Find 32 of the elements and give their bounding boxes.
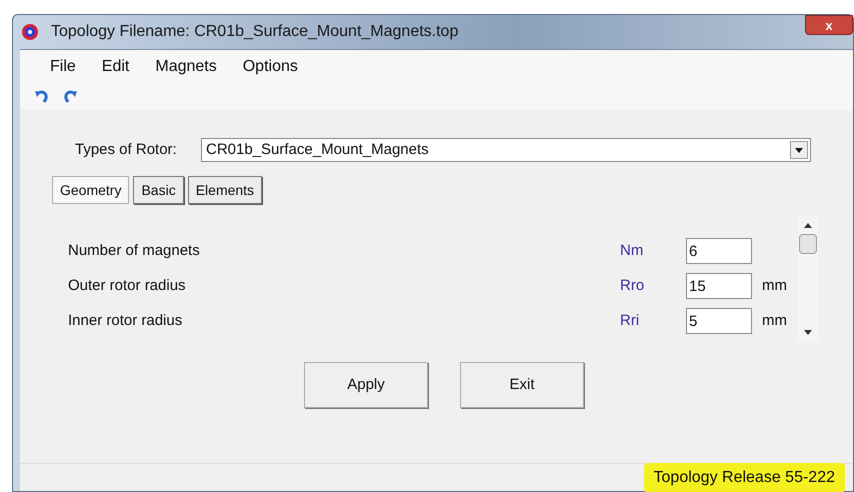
parameter-symbol: Rri (620, 310, 640, 331)
input-field[interactable]: 6 (686, 238, 752, 264)
scrollbar[interactable] (798, 216, 818, 342)
parameter-symbol: Rro (620, 276, 646, 296)
scroll-up-icon[interactable] (804, 222, 812, 228)
tab[interactable]: Geometry (52, 176, 130, 204)
tab[interactable]: Basic (133, 176, 184, 204)
unit-label: mm (762, 276, 787, 296)
status-text: Topology Release 55-222 (644, 462, 845, 492)
menu-item[interactable]: Edit (102, 55, 130, 79)
scroll-down-icon[interactable] (804, 330, 812, 336)
parameter-label: Inner rotor radius (68, 310, 184, 331)
menu-item[interactable]: File (50, 55, 76, 79)
parameter-symbol: Nm (620, 240, 644, 261)
rotor-type-dropdown[interactable]: CR01b_Surface_Mount_Magnets (201, 138, 811, 162)
close-button[interactable]: x (805, 15, 853, 35)
dialog-button[interactable]: Apply (304, 362, 428, 408)
tab[interactable]: Elements (188, 176, 262, 204)
redo-icon[interactable] (62, 90, 78, 104)
dialog-button[interactable]: Exit (460, 362, 584, 408)
menu-item[interactable]: Magnets (155, 55, 217, 79)
rotor-type-label: Types of Rotor: (75, 140, 178, 160)
undo-icon[interactable] (34, 90, 50, 104)
scroll-thumb[interactable] (799, 234, 817, 254)
parameter-label: Number of magnets (68, 240, 201, 261)
menu-item[interactable]: Options (242, 55, 298, 79)
app-icon (21, 23, 39, 41)
window-title: Topology Filename: CR01b_Surface_Mount_Magnets.top (51, 22, 458, 42)
input-field[interactable]: 15 (686, 273, 752, 299)
unit-label: mm (762, 310, 787, 331)
parameter-label: Outer rotor radius (68, 276, 187, 296)
input-field[interactable]: 5 (686, 308, 752, 334)
